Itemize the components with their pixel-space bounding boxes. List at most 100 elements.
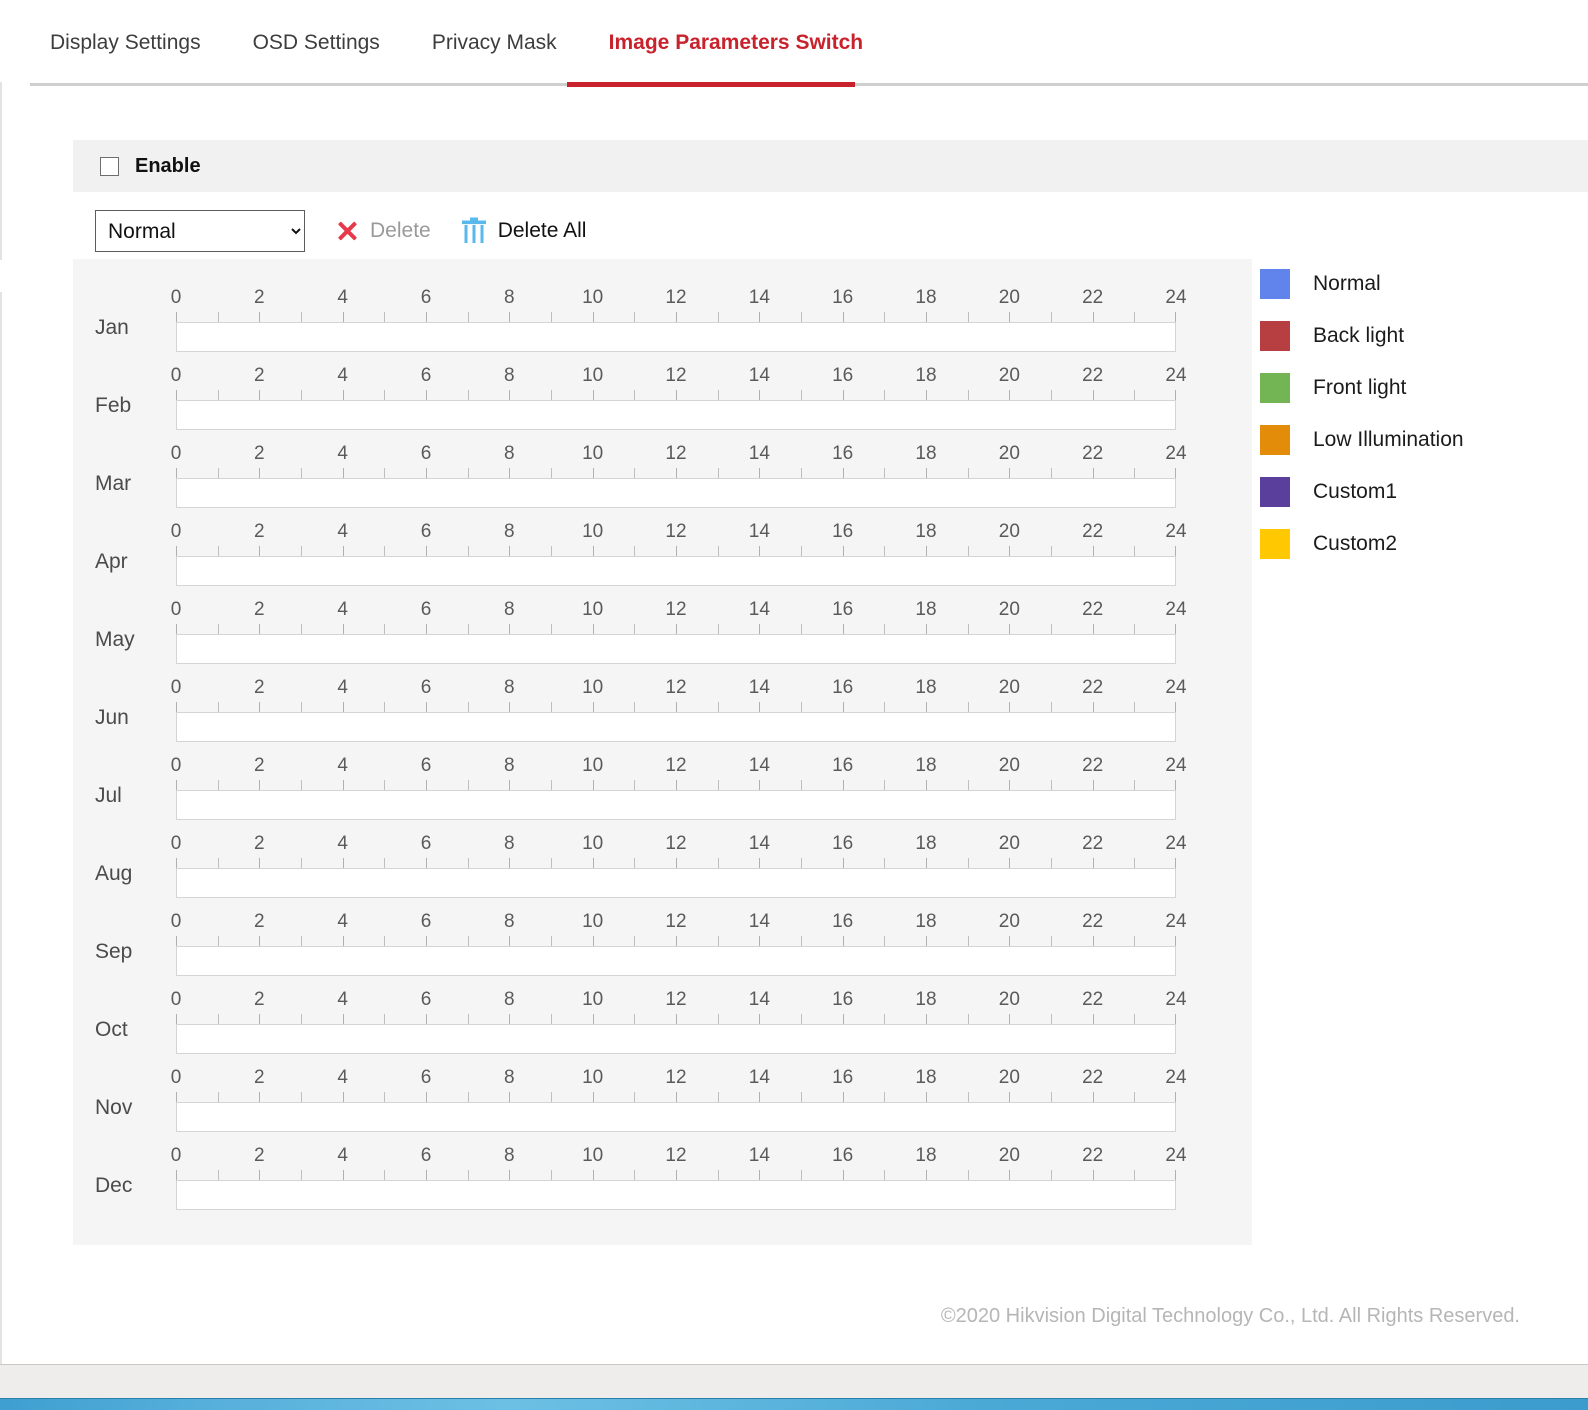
hour-ruler: 0 2 4 6 8 10 12 14 16 18 20 22 24 bbox=[171, 287, 1187, 352]
month-label-jun: Jun bbox=[95, 706, 129, 729]
month-label-aug: Aug bbox=[95, 862, 133, 885]
month-row: Jan 0 2 4 6 8 10 12 14 16 18 20 22 24 bbox=[73, 269, 1252, 352]
hour-tick-label: 20 bbox=[998, 677, 1020, 698]
hour-tick-label: 2 bbox=[254, 677, 265, 698]
hour-tick-label: 22 bbox=[1082, 599, 1104, 620]
hour-tick-label: 16 bbox=[832, 755, 854, 776]
hour-tick-label: 0 bbox=[170, 365, 182, 386]
hour-tick-label: 24 bbox=[1165, 599, 1187, 620]
hour-tick-labels: 0 2 4 6 8 10 12 14 16 18 20 22 24 bbox=[171, 833, 1187, 857]
hour-tick-label: 6 bbox=[420, 755, 432, 776]
hour-tick-label: 14 bbox=[748, 599, 770, 620]
hour-tick-label: 0 bbox=[170, 599, 182, 620]
enable-label: Enable bbox=[135, 154, 201, 177]
month-label-jul: Jul bbox=[95, 784, 122, 807]
hour-tick-label: 18 bbox=[915, 755, 937, 776]
hour-tick-label: 12 bbox=[665, 911, 687, 932]
legend-color-swatch bbox=[1260, 529, 1290, 559]
hour-tick-label: 22 bbox=[1082, 443, 1104, 464]
legend-item-custom2[interactable]: Custom2 bbox=[1260, 518, 1580, 570]
delete-button-label: Delete bbox=[370, 219, 431, 242]
hour-tick-labels: 0 2 4 6 8 10 12 14 16 18 20 22 24 bbox=[171, 1067, 1187, 1091]
hour-tick-label: 16 bbox=[832, 989, 854, 1010]
hour-tick-label: 4 bbox=[337, 755, 348, 776]
hour-tick-label: 24 bbox=[1165, 989, 1187, 1010]
hour-tick-label: 12 bbox=[665, 599, 687, 620]
hour-tick-label: 14 bbox=[748, 911, 770, 932]
month-row: Dec 0 2 4 6 8 10 12 14 16 18 20 22 24 bbox=[73, 1127, 1252, 1210]
hour-tick-label: 24 bbox=[1165, 677, 1187, 698]
hour-tick-label: 18 bbox=[915, 599, 937, 620]
hour-tick-label: 10 bbox=[582, 755, 604, 776]
hour-tick-label: 12 bbox=[665, 1145, 687, 1166]
hour-tick-label: 10 bbox=[582, 443, 604, 464]
month-row: Jun 0 2 4 6 8 10 12 14 16 18 20 22 24 bbox=[73, 659, 1252, 742]
hour-tick-label: 22 bbox=[1082, 365, 1104, 386]
hour-tick-label: 12 bbox=[665, 365, 687, 386]
legend-item-normal[interactable]: Normal bbox=[1260, 258, 1580, 310]
timeline-bar[interactable] bbox=[176, 1180, 1176, 1210]
hour-tick-label: 18 bbox=[915, 1145, 937, 1166]
hour-tick-label: 16 bbox=[832, 1067, 854, 1088]
hour-tick-label: 4 bbox=[337, 365, 348, 386]
hour-ruler: 0 2 4 6 8 10 12 14 16 18 20 22 24 bbox=[171, 443, 1187, 508]
hour-tick-label: 2 bbox=[254, 1145, 265, 1166]
month-label-nov: Nov bbox=[95, 1096, 133, 1119]
enable-checkbox[interactable] bbox=[100, 156, 119, 176]
left-border-rail-bottom bbox=[0, 292, 2, 1365]
tab-osd-settings[interactable]: OSD Settings bbox=[227, 0, 406, 85]
hour-tick-label: 20 bbox=[998, 833, 1020, 854]
legend-color-swatch bbox=[1260, 321, 1290, 351]
hour-tick-label: 16 bbox=[832, 521, 854, 542]
hour-tick-label: 10 bbox=[582, 599, 604, 620]
legend-item-low-illumination[interactable]: Low Illumination bbox=[1260, 414, 1580, 466]
hour-tick-label: 22 bbox=[1082, 521, 1104, 542]
legend-label: Custom2 bbox=[1313, 532, 1398, 555]
month-row: Mar 0 2 4 6 8 10 12 14 16 18 20 22 24 bbox=[73, 425, 1252, 508]
hour-tick-label: 2 bbox=[254, 287, 265, 308]
hour-tick-label: 6 bbox=[420, 911, 432, 932]
hour-tick-label: 8 bbox=[504, 911, 515, 932]
legend-item-front-light[interactable]: Front light bbox=[1260, 362, 1580, 414]
footer-copyright: ©2020 Hikvision Digital Technology Co., … bbox=[940, 1305, 1520, 1327]
delete-button[interactable]: Delete bbox=[335, 219, 431, 243]
enable-band: Enable bbox=[73, 140, 1588, 192]
hour-tick-label: 24 bbox=[1165, 521, 1187, 542]
month-row: Apr 0 2 4 6 8 10 12 14 16 18 20 22 24 bbox=[73, 503, 1252, 586]
legend-item-custom1[interactable]: Custom1 bbox=[1260, 466, 1580, 518]
month-label-mar: Mar bbox=[95, 472, 132, 495]
hour-tick-label: 4 bbox=[337, 677, 348, 698]
hour-tick-labels: 0 2 4 6 8 10 12 14 16 18 20 22 24 bbox=[171, 989, 1187, 1013]
legend-item-back-light[interactable]: Back light bbox=[1260, 310, 1580, 362]
hour-tick-label: 18 bbox=[915, 833, 937, 854]
hour-tick-label: 6 bbox=[420, 989, 432, 1010]
hour-tick-label: 2 bbox=[254, 1067, 265, 1088]
hour-tick-label: 4 bbox=[337, 443, 348, 464]
month-row: Sep 0 2 4 6 8 10 12 14 16 18 20 22 24 bbox=[73, 893, 1252, 976]
mode-select[interactable]: NormalBack lightFront lightLow Illuminat… bbox=[95, 210, 305, 252]
month-row: Nov 0 2 4 6 8 10 12 14 16 18 20 22 24 bbox=[73, 1049, 1252, 1132]
hour-tick-label: 22 bbox=[1082, 755, 1104, 776]
month-row: Aug 0 2 4 6 8 10 12 14 16 18 20 22 24 bbox=[73, 815, 1252, 898]
hour-tick-label: 12 bbox=[665, 521, 687, 542]
tab-image-parameters-switch[interactable]: Image Parameters Switch bbox=[583, 0, 889, 85]
hour-tick-label: 20 bbox=[998, 521, 1020, 542]
tab-display-settings[interactable]: Display Settings bbox=[30, 0, 227, 85]
hour-tick-label: 8 bbox=[504, 599, 515, 620]
month-label-sep: Sep bbox=[95, 940, 133, 963]
hour-tick-label: 20 bbox=[998, 755, 1020, 776]
delete-all-button[interactable]: Delete All bbox=[461, 217, 586, 245]
hour-tick-label: 0 bbox=[170, 911, 182, 932]
hour-tick-label: 24 bbox=[1165, 911, 1187, 932]
active-tab-underline bbox=[567, 82, 855, 87]
hour-tick-label: 6 bbox=[420, 521, 432, 542]
schedule-chart-panel: Jan 0 2 4 6 8 10 12 14 16 18 20 22 24 Feb 0 2 4 6 8 10 12 14 16… bbox=[73, 259, 1252, 1245]
tab-privacy-mask[interactable]: Privacy Mask bbox=[406, 0, 583, 85]
hour-tick-label: 14 bbox=[748, 287, 770, 308]
hour-ruler: 0 2 4 6 8 10 12 14 16 18 20 22 24 bbox=[171, 677, 1187, 742]
hour-tick-label: 0 bbox=[170, 521, 182, 542]
hour-tick-labels: 0 2 4 6 8 10 12 14 16 18 20 22 24 bbox=[171, 287, 1187, 311]
hour-tick-label: 16 bbox=[832, 833, 854, 854]
hour-tick-label: 8 bbox=[504, 677, 515, 698]
month-row: Feb 0 2 4 6 8 10 12 14 16 18 20 22 24 bbox=[73, 347, 1252, 430]
